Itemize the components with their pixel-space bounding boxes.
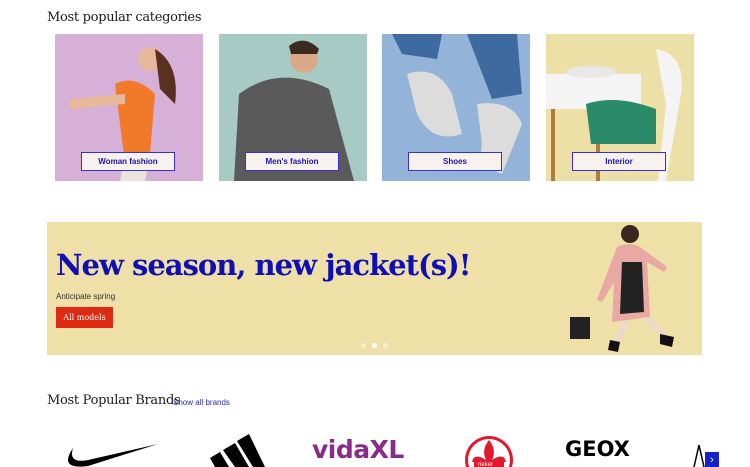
adidas-logo <box>210 434 265 467</box>
shoes-button[interactable]: Shoes <box>408 152 502 171</box>
category-card-interior[interactable]: Interior <box>546 34 694 181</box>
carousel-dot-2[interactable] <box>372 343 377 348</box>
all-models-button[interactable]: All models <box>56 307 113 328</box>
svg-text:GEOX: GEOX <box>565 437 630 461</box>
brand-vidaxl[interactable]: vidaXL <box>312 430 412 467</box>
category-card-woman[interactable]: Woman fashion <box>55 34 203 181</box>
banner-headline: New season, new jacket(s)! <box>56 248 472 282</box>
carousel-dot-1[interactable] <box>361 343 366 348</box>
woman-fashion-button[interactable]: Woman fashion <box>81 152 175 171</box>
model-photo <box>570 225 674 352</box>
hero-banner: New season, new jacket(s)! Anticipate sp… <box>47 222 702 355</box>
partial-logo <box>693 444 705 467</box>
brand-geox[interactable]: GEOX <box>565 430 665 467</box>
brand-nike[interactable] <box>58 430 163 467</box>
categories-title: Most popular categories <box>47 10 202 25</box>
category-card-shoes[interactable]: Shoes <box>382 34 530 181</box>
svg-text:rieker: rieker <box>478 462 493 467</box>
brand-rieker[interactable]: rieker <box>462 430 516 467</box>
nike-logo <box>68 444 158 467</box>
show-all-brands-link[interactable]: Show all brands <box>173 398 230 407</box>
interior-button[interactable]: Interior <box>572 152 666 171</box>
brand-partial[interactable] <box>693 430 705 467</box>
category-card-men[interactable]: Men's fashion <box>219 34 367 181</box>
banner-subtitle: Anticipate spring <box>56 292 116 301</box>
carousel-dot-3[interactable] <box>383 343 388 348</box>
rieker-logo: rieker <box>465 436 513 467</box>
vidaxl-logo-text: vidaXL <box>312 435 404 464</box>
geox-logo: GEOX <box>565 437 630 461</box>
mens-fashion-button[interactable]: Men's fashion <box>245 152 339 171</box>
brand-adidas[interactable] <box>205 430 265 467</box>
brands-next-button[interactable]: › <box>705 452 719 467</box>
brands-title: Most Popular Brands <box>47 393 181 408</box>
